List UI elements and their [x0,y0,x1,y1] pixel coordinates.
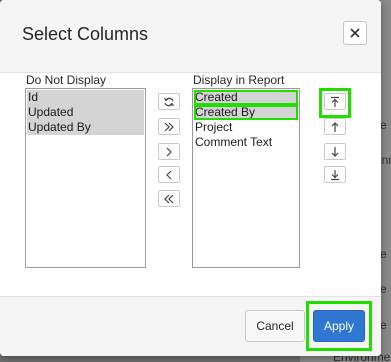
move-left-icon [166,170,172,179]
display-in-report-label: Display in Report [193,73,285,87]
list-item[interactable]: Id [27,90,144,105]
reset-icon [163,97,175,106]
dialog-header: Select Columns [0,0,381,73]
list-item[interactable]: Project [194,120,298,135]
move-right-button[interactable] [158,143,180,160]
move-up-icon [331,121,339,132]
move-all-right-button[interactable] [158,118,180,135]
do-not-display-label: Do Not Display [26,73,107,87]
move-left-button[interactable] [158,166,180,183]
background-text: e [380,247,387,261]
select-columns-dialog: Select Columns Do Not Display Id Updated… [0,0,381,356]
close-icon [350,28,360,38]
background-text: e [380,282,387,296]
move-all-left-icon [164,194,174,203]
move-top-button[interactable] [324,93,346,110]
display-in-report-list[interactable]: Created Created By Project Comment Text [192,88,300,268]
move-right-icon [166,147,172,156]
move-all-right-icon [164,122,174,131]
list-item[interactable]: Comment Text [194,135,298,150]
apply-button[interactable]: Apply [313,310,365,342]
move-bottom-button[interactable] [324,166,346,183]
background-text: e [380,318,387,332]
move-top-icon [331,96,339,107]
list-item[interactable]: Created [194,90,298,105]
move-bottom-icon [331,169,339,180]
dialog-footer: Cancel Apply [0,296,381,356]
move-down-button[interactable] [324,143,346,160]
background-text: e [380,118,387,132]
move-up-button[interactable] [324,118,346,135]
dialog-body: Do Not Display Id Updated Updated By Dis… [0,73,381,296]
cancel-button[interactable]: Cancel [245,310,305,342]
dialog-title: Select Columns [22,24,149,44]
list-item[interactable]: Updated By [27,120,144,135]
do-not-display-list[interactable]: Id Updated Updated By [25,88,146,268]
move-all-left-button[interactable] [158,190,180,207]
reset-button[interactable] [158,93,180,110]
list-item[interactable]: Created By [194,105,298,120]
close-button[interactable] [343,21,367,45]
move-down-icon [331,146,339,157]
list-item[interactable]: Updated [27,105,144,120]
